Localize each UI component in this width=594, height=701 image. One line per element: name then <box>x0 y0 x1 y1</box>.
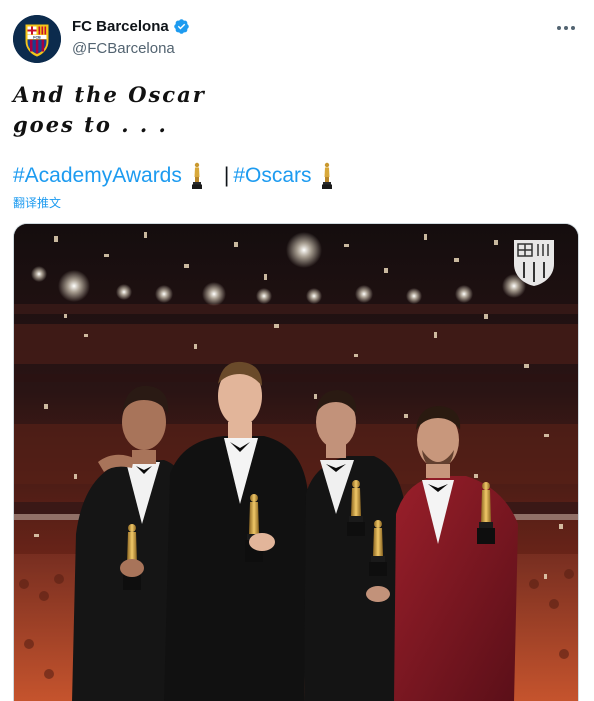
svg-text:FCB: FCB <box>33 35 41 39</box>
author-display-name[interactable]: FC Barcelona <box>72 18 169 35</box>
more-dot <box>571 26 575 30</box>
tweet-media-photo[interactable] <box>13 223 579 701</box>
hashtag-oscars[interactable]: #Oscars <box>233 164 311 188</box>
oscar-statuette-icon <box>321 162 332 189</box>
translate-tweet-link[interactable]: 翻译推文 <box>13 194 61 211</box>
more-options-button[interactable] <box>554 18 578 38</box>
verified-badge-icon <box>173 19 189 34</box>
hashtag-separator: | <box>223 164 230 187</box>
author-avatar[interactable]: FCB <box>13 15 61 63</box>
author-handle[interactable]: @FCBarcelona <box>72 40 175 57</box>
more-horizontal-icon <box>557 26 561 30</box>
fcb-crest-icon: FCB <box>13 15 61 63</box>
oscar-statuette-icon <box>191 162 202 189</box>
hashtag-academy-awards[interactable]: #AcademyAwards <box>13 164 182 188</box>
author-name-row: FC Barcelona <box>72 18 190 35</box>
hashtag-row: #AcademyAwards | #Oscars <box>13 162 348 190</box>
oscars-photo <box>14 224 578 701</box>
tweet-card: FCB FC Barcelona @FCBarcelona And the Os… <box>0 0 594 701</box>
tweet-text-line-1: And the Oscar <box>13 82 206 107</box>
more-dot <box>564 26 568 30</box>
tweet-text-line-2: goes to . . . <box>13 112 168 137</box>
tweet-text: And the Oscar goes to . . . <box>13 80 206 140</box>
